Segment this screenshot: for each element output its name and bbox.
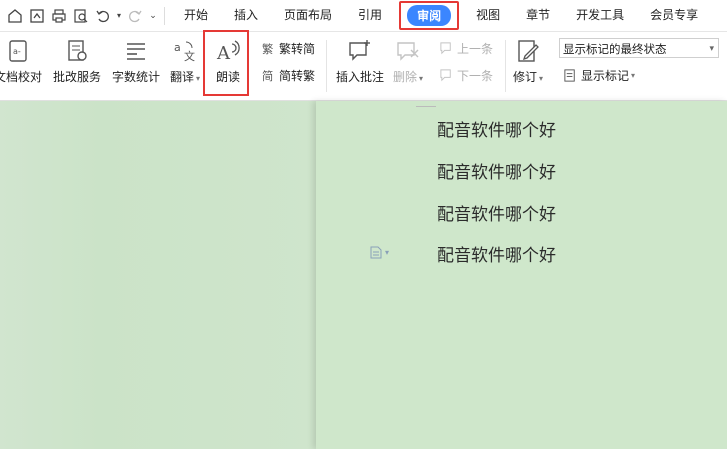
document-background: [0, 101, 316, 449]
translate-button[interactable]: a文 翻译 ▾: [170, 36, 200, 85]
svg-text:a: a: [174, 41, 181, 54]
prev-comment-button[interactable]: 上一条: [438, 40, 493, 57]
insert-comment-button[interactable]: 插入批注: [336, 36, 384, 85]
paragraph-options-icon[interactable]: ▾: [370, 246, 389, 259]
tab-developer[interactable]: 开发工具: [563, 0, 637, 31]
tab-insert[interactable]: 插入: [221, 0, 271, 31]
translate-label: 翻译 ▾: [170, 70, 201, 84]
redo-icon[interactable]: [124, 5, 146, 27]
print-preview-icon[interactable]: [70, 5, 92, 27]
undo-dropdown-icon[interactable]: ▾: [114, 5, 124, 27]
insert-comment-label: 插入批注: [336, 70, 385, 84]
doc-compare-button[interactable]: a- 文档校对: [0, 36, 42, 85]
tab-chapter[interactable]: 章节: [513, 0, 563, 31]
simp-to-trad-label: 简转繁: [279, 69, 316, 83]
document-line[interactable]: 配音软件哪个好: [437, 158, 556, 183]
svg-text:繁: 繁: [261, 42, 272, 56]
tab-page-layout[interactable]: 页面布局: [271, 0, 345, 31]
document-line[interactable]: 配音软件哪个好: [437, 200, 556, 225]
ribbon-tabs: 开始 插入 页面布局 引用 审阅 视图 章节 开发工具 会员专享: [171, 0, 711, 31]
tab-home[interactable]: 开始: [171, 0, 221, 31]
delete-comment-label: 删除 ▾: [393, 70, 424, 84]
page-corner-mark: [416, 98, 436, 107]
doc-compare-icon: a-: [3, 36, 33, 66]
show-markup-button[interactable]: 显示标记 ▾: [562, 67, 635, 84]
revise-service-icon: [62, 36, 92, 66]
print-icon[interactable]: [48, 5, 70, 27]
next-comment-label: 下一条: [457, 69, 494, 83]
word-count-label: 字数统计: [112, 70, 161, 84]
tab-review[interactable]: 审阅: [399, 1, 460, 30]
insert-comment-icon: [345, 36, 375, 66]
home-icon[interactable]: [4, 5, 26, 27]
trad-to-simp-icon: 繁: [260, 41, 276, 57]
export-pdf-icon[interactable]: [26, 5, 48, 27]
svg-text:简: 简: [261, 69, 272, 83]
doc-compare-label: 文档校对: [0, 70, 43, 84]
tab-references[interactable]: 引用: [345, 0, 395, 31]
prev-comment-icon: [438, 41, 454, 57]
trad-to-simp-button[interactable]: 繁 繁转简: [260, 40, 315, 57]
quick-access-toolbar: ▾ ⌄: [0, 0, 171, 31]
svg-text:a-: a-: [13, 47, 21, 56]
tab-view[interactable]: 视图: [463, 0, 513, 31]
word-count-button[interactable]: 字数统计: [112, 36, 160, 85]
delete-comment-icon: [393, 36, 423, 66]
revise-service-button[interactable]: 批改服务: [53, 36, 101, 85]
tab-review-label: 审阅: [407, 5, 452, 26]
tab-member[interactable]: 会员专享: [637, 0, 711, 31]
menu-bar: ▾ ⌄ 开始 插入 页面布局 引用 审阅 视图 章节 开发工具 会员专享: [0, 0, 727, 32]
chevron-down-icon: ▾: [709, 44, 714, 54]
word-count-icon: [121, 36, 151, 66]
markup-state-value: 显示标记的最终状态: [563, 42, 667, 56]
trad-to-simp-label: 繁转简: [279, 42, 316, 56]
revise-label: 修订 ▾: [513, 70, 544, 84]
customize-dropdown-icon[interactable]: ⌄: [146, 5, 160, 27]
document-line[interactable]: 配音软件哪个好: [437, 241, 556, 266]
document-line[interactable]: 配音软件哪个好: [437, 116, 556, 141]
show-markup-label: 显示标记: [581, 69, 630, 83]
delete-comment-button[interactable]: 删除 ▾: [393, 36, 423, 85]
next-comment-icon: [438, 68, 454, 84]
undo-icon[interactable]: [92, 5, 114, 27]
simp-to-trad-icon: 简: [260, 68, 276, 84]
read-aloud-highlight: [203, 30, 249, 96]
translate-icon: a文: [170, 36, 200, 66]
ribbon-divider: [505, 40, 506, 92]
revise-button[interactable]: 修订 ▾: [513, 36, 543, 85]
simp-to-trad-button[interactable]: 简 简转繁: [260, 67, 315, 84]
revise-icon: [513, 36, 543, 66]
show-markup-icon: [562, 68, 578, 84]
markup-state-select[interactable]: 显示标记的最终状态 ▾: [559, 38, 719, 58]
ribbon-divider: [326, 40, 327, 92]
prev-comment-label: 上一条: [457, 42, 494, 56]
revise-service-label: 批改服务: [53, 70, 102, 84]
next-comment-button[interactable]: 下一条: [438, 67, 493, 84]
toolbar-divider: [164, 6, 165, 25]
svg-text:文: 文: [184, 49, 195, 63]
document-page[interactable]: [316, 101, 727, 449]
